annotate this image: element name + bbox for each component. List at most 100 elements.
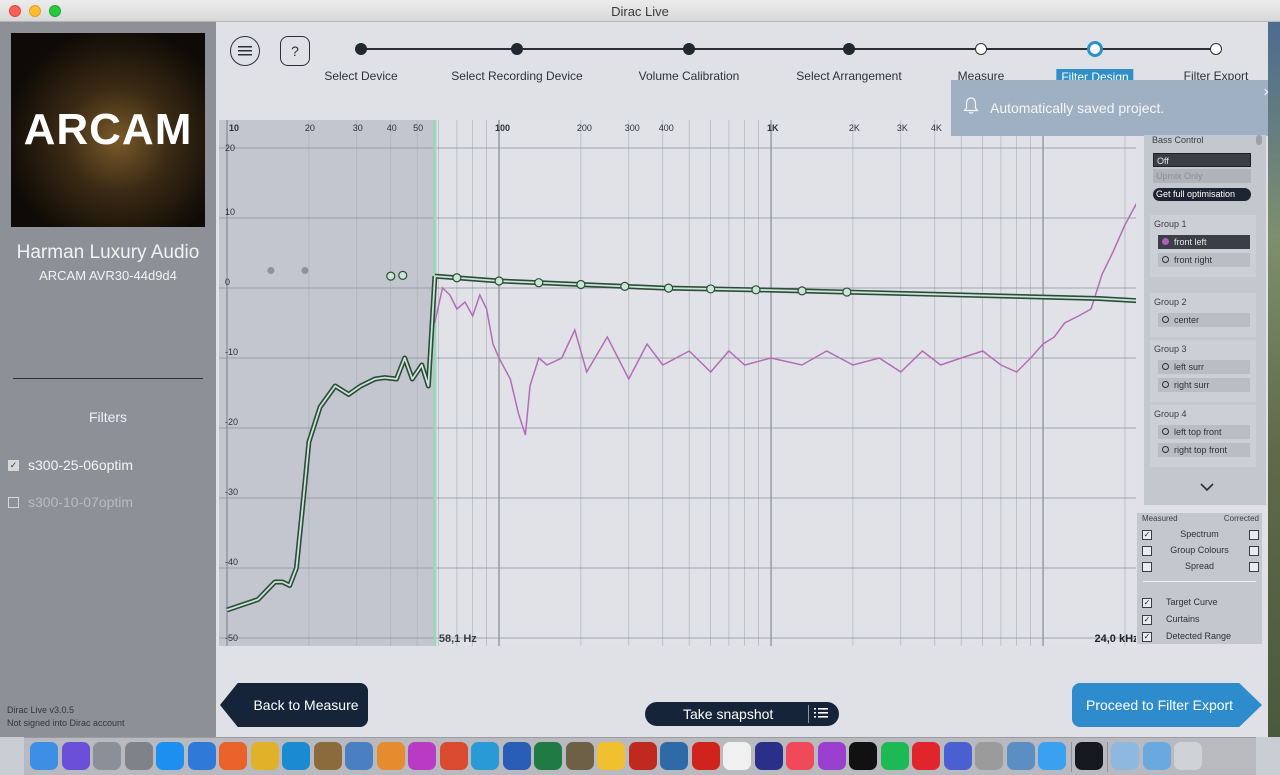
corrected-checkbox[interactable] [1249,546,1259,556]
get-full-optimisation-button[interactable]: Get full optimisation [1153,188,1251,201]
channel-item[interactable]: front left [1158,235,1250,249]
filter-item[interactable]: s300-10-07optim [8,494,133,510]
step-dot[interactable] [355,43,367,55]
filter-checkbox[interactable]: ✓ [8,459,19,471]
target-control-point[interactable] [398,270,408,280]
x-tick-label: 10 [229,123,239,133]
affinity-publisher-icon[interactable] [439,742,468,770]
dirac-icon[interactable] [1074,742,1103,770]
display-toggle-row[interactable]: ✓ Target Curve [1137,596,1262,610]
target-control-point[interactable] [706,284,716,294]
music-icon[interactable] [786,742,814,770]
compressor-icon[interactable] [943,742,972,770]
display-toggle-row[interactable]: ✓ Detected Range [1137,630,1262,644]
text-document-icon[interactable] [723,742,751,770]
downloads-folder-icon[interactable] [1142,742,1171,770]
target-control-point[interactable] [751,285,761,295]
chrome-icon[interactable] [250,742,279,770]
rew-icon[interactable] [754,742,783,770]
proceed-to-filter-export-button[interactable]: Proceed to Filter Export [1072,683,1262,727]
finder-icon[interactable] [30,742,58,770]
filter-item[interactable]: ✓ s300-25-06optim [8,457,133,473]
target-control-point[interactable] [663,283,674,293]
group-title: Group 2 [1154,297,1187,307]
preview-icon[interactable] [345,742,373,770]
cyberduck-icon[interactable] [597,742,625,770]
photos-icon[interactable] [376,742,405,770]
filezilla-icon[interactable] [628,742,657,770]
panel-scrollbar[interactable] [1256,135,1262,145]
channel-item[interactable]: center [1158,313,1250,327]
step-dot[interactable] [683,43,695,55]
step-dot[interactable] [843,43,855,55]
channel-item[interactable]: front right [1158,253,1250,267]
affinity-photo-icon[interactable] [408,742,436,770]
affinity-designer-icon[interactable] [471,742,499,770]
messages-icon[interactable] [1038,742,1066,770]
display-toggle-row[interactable]: ✓ Curtains [1137,613,1262,627]
target-control-point[interactable] [620,281,630,291]
target-control-point[interactable] [534,278,544,288]
target-control-point[interactable] [386,271,396,281]
chevron-down-icon[interactable] [1200,480,1214,495]
firefox-icon[interactable] [219,742,247,770]
back-to-measure-button[interactable]: Back to Measure [220,683,368,727]
podcasts-icon[interactable] [817,742,846,770]
lock-app-icon[interactable] [1006,742,1035,770]
target-control-point[interactable] [576,279,586,290]
notes-app-icon[interactable] [313,742,342,770]
filter-checkbox[interactable] [8,496,19,508]
bass-option-off[interactable]: Off [1153,153,1251,167]
media-player-icon[interactable] [912,742,940,770]
mail-icon[interactable] [187,742,216,770]
target-control-point[interactable] [452,273,462,283]
target-control-point[interactable] [797,286,807,296]
step-dot[interactable] [975,43,987,55]
system-preferences-icon[interactable] [124,742,153,770]
device-logo: ARCAM [11,33,205,227]
display-toggle-checkbox[interactable]: ✓ [1142,632,1152,642]
step-label[interactable]: Volume Calibration [639,69,740,83]
frequency-response-chart[interactable]: 10 20 30 40 50 100 200 300 400 1K 2K 3K 4K 20 10 0 -10 -2… [219,120,1136,646]
step-dot[interactable] [1087,41,1103,57]
help-button[interactable]: ? [280,36,310,66]
home-folder-icon[interactable] [1111,742,1139,770]
target-control-point[interactable] [842,287,852,297]
chart-svg[interactable]: 10 20 30 40 50 100 200 300 400 1K 2K 3K 4K20100-10-2… [219,120,1136,646]
gimp-icon[interactable] [565,742,594,770]
channel-item[interactable]: right top front [1158,443,1250,457]
target-control-point[interactable] [494,276,504,286]
step-dot[interactable] [1210,43,1222,55]
acrobat-icon[interactable] [691,742,720,770]
step-label[interactable]: Select Recording Device [451,69,582,83]
app-store-icon[interactable] [156,742,184,770]
y-tick-label: 0 [225,277,230,287]
edge-icon[interactable] [282,742,310,770]
automator-icon[interactable] [975,742,1003,770]
step-label[interactable]: Select Arrangement [796,69,901,83]
display-toggle-checkbox[interactable]: ✓ [1142,598,1152,608]
channel-radio-icon [1162,428,1169,435]
remote-app-icon[interactable] [660,742,688,770]
display-toggle-checkbox[interactable]: ✓ [1142,615,1152,625]
channel-item[interactable]: left surr [1158,360,1250,374]
step-dot[interactable] [511,43,523,55]
take-snapshot-button[interactable]: Take snapshot [645,702,839,726]
excel-icon[interactable] [534,742,562,770]
word-icon[interactable] [502,742,531,770]
channel-item[interactable]: left top front [1158,425,1250,439]
bass-option-upmix[interactable]: Upmix Only [1153,169,1251,183]
launchpad-icon[interactable] [93,742,121,770]
x-tick-label: 2K [849,123,860,133]
channel-item[interactable]: right surr [1158,378,1250,392]
filter-label: s300-25-06optim [28,457,134,473]
step-label[interactable]: Select Device [324,69,397,83]
snapshot-list-icon[interactable] [814,707,828,722]
corrected-checkbox[interactable] [1249,562,1259,572]
siri-icon[interactable] [61,742,90,770]
corrected-checkbox[interactable] [1249,530,1259,540]
trash-icon[interactable] [1174,742,1202,770]
apple-tv-icon[interactable] [849,742,877,770]
spotify-icon[interactable] [880,742,909,770]
menu-button[interactable] [230,36,260,66]
